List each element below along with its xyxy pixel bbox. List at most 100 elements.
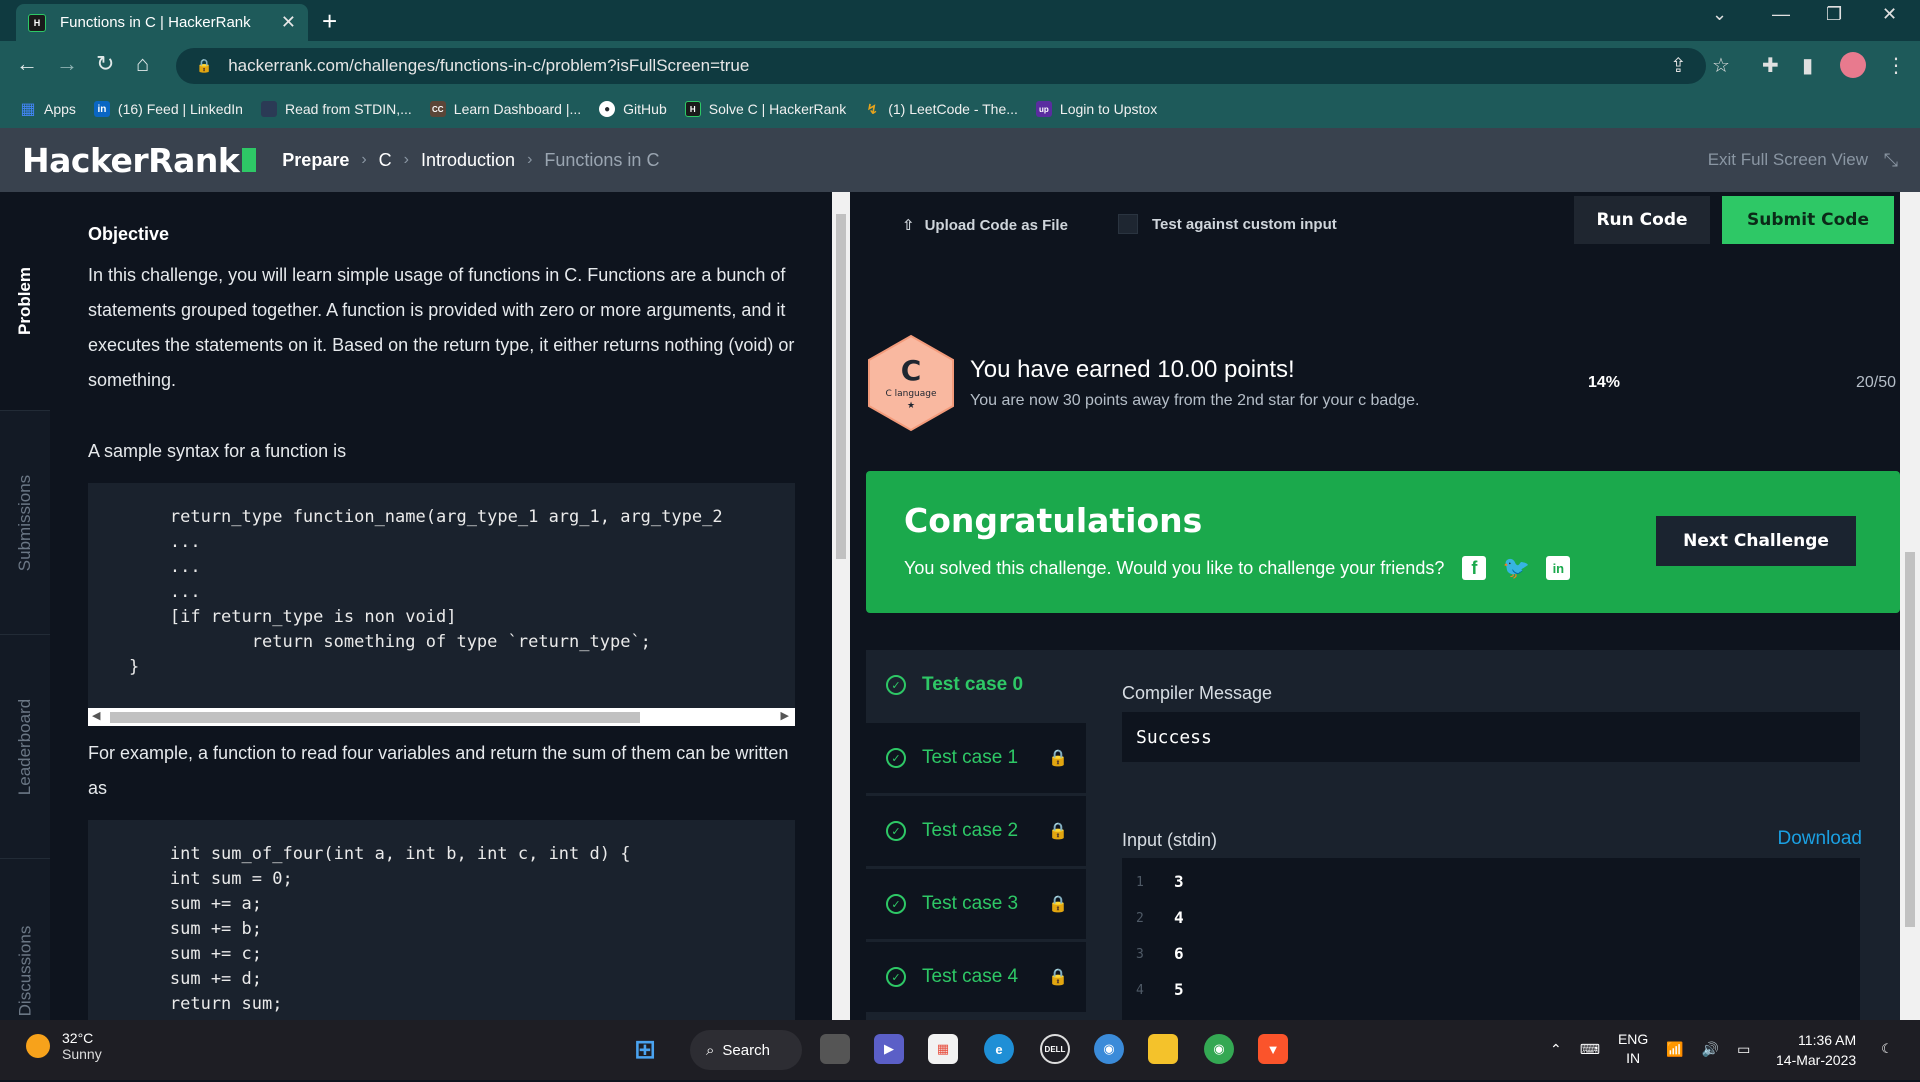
collapse-icon[interactable]: ⤡ [1884,150,1898,171]
download-link[interactable]: Download [1778,828,1863,850]
svg-text:C: C [901,354,922,387]
store-icon[interactable]: ▦ [928,1034,958,1064]
volume-icon[interactable]: 🔊 [1702,1041,1719,1058]
submit-code-button[interactable]: Submit Code [1722,196,1894,244]
clock[interactable]: 11:36 AM 14-Mar-2023 [1776,1030,1856,1070]
congratulations-banner: Congratulations You solved this challeng… [866,471,1900,613]
home-icon[interactable]: ⌂ [136,51,149,77]
input-line: 6 [1174,944,1184,963]
breadcrumb-c[interactable]: C [379,150,392,171]
twitter-icon[interactable]: 🐦 [1503,555,1530,580]
wifi-icon[interactable]: 📶 [1666,1041,1683,1058]
chrome-icon[interactable]: ◉ [1204,1034,1234,1064]
intro-paragraph: In this challenge, you will learn simple… [88,265,795,390]
new-tab-button[interactable]: + [322,6,337,37]
test-case-3[interactable]: ✓ Test case 3 🔒 [866,869,1086,939]
maximize-icon[interactable]: ❐ [1826,4,1842,25]
upload-code-button[interactable]: ⇧ Upload Code as File [902,216,1068,235]
dell-icon[interactable]: DELL [1040,1034,1070,1064]
breadcrumb-current: Functions in C [544,149,660,170]
upload-icon: ⇧ [902,217,915,234]
lock-icon: 🔒 [1048,750,1068,767]
check-circle-icon: ✓ [886,675,906,695]
bookmark-item[interactable]: ↯ (1) LeetCode - The... [864,101,1018,118]
upstox-icon: up [1035,101,1052,117]
chrome-profile-icon[interactable]: ◉ [1094,1034,1124,1064]
bookmarks-bar: ▦ Apps in (16) Feed | LinkedIn Read from… [0,90,1920,128]
tab-leaderboard[interactable]: Leaderboard [0,634,50,858]
bookmark-item[interactable]: ▦ Apps [20,101,75,118]
problem-scrollbar[interactable] [832,192,850,1020]
chevron-right-icon: › [361,151,367,168]
next-challenge-button[interactable]: Next Challenge [1656,516,1856,566]
exit-fullscreen-link[interactable]: Exit Full Screen View [1708,150,1868,170]
breadcrumb-introduction[interactable]: Introduction [421,150,515,171]
back-arrow-icon[interactable]: ← [16,51,38,77]
bookmark-item[interactable]: H Solve C | HackerRank [684,101,846,117]
bookmark-item[interactable]: in (16) Feed | LinkedIn [93,101,243,117]
search-icon: ⌕ [706,1041,715,1059]
file-explorer-icon[interactable] [1148,1034,1178,1064]
bookmark-item[interactable]: Read from STDIN,... [260,101,412,117]
code-horizontal-scrollbar[interactable]: ◀ ▶ [88,708,795,726]
linkedin-icon[interactable]: in [1546,556,1571,580]
test-case-4[interactable]: ✓ Test case 4 🔒 [866,942,1086,1012]
task-view-icon[interactable] [820,1034,850,1064]
example-intro: For example, a function to read four var… [88,743,789,798]
brave-icon[interactable]: ▼ [1258,1034,1288,1064]
forward-arrow-icon[interactable]: → [56,51,78,77]
language-indicator[interactable]: ENG IN [1618,1030,1648,1068]
teams-chat-icon[interactable]: ▶ [874,1034,904,1064]
edge-icon[interactable]: e [984,1034,1014,1064]
input-line: 3 [1174,872,1184,891]
progress-percent: 14% [1588,374,1621,391]
chevron-right-icon: › [527,151,533,168]
battery-icon[interactable]: ▭ [1737,1041,1750,1058]
run-code-button[interactable]: Run Code [1574,196,1710,244]
test-case-1[interactable]: ✓ Test case 1 🔒 [866,723,1086,793]
minimize-icon[interactable]: — [1772,4,1790,25]
weather-widget[interactable]: 32°C Sunny [26,1030,102,1062]
address-bar[interactable]: 🔒 hackerrank.com/challenges/functions-in… [176,48,1706,84]
bookmark-item[interactable]: up Login to Upstox [1035,101,1157,117]
compiler-message-value: Success [1122,712,1860,762]
checkbox-icon[interactable] [1118,214,1138,234]
bookmark-star-icon[interactable]: ☆ [1712,53,1730,78]
tab-problem[interactable]: Problem [0,192,50,410]
side-panel-icon[interactable]: ▮ [1802,53,1813,78]
tab-search-chevron-icon[interactable]: ⌄ [1712,4,1727,25]
results-scrollbar[interactable] [1900,192,1920,1020]
windows-start-icon[interactable]: ⊞ [630,1034,660,1064]
hackerrank-icon: H [684,101,701,117]
close-window-icon[interactable]: ✕ [1882,4,1897,25]
objective-heading: Objective [88,224,170,244]
system-tray: ⌃ ⌨ ENG IN 📶 🔊 ▭ [1550,1030,1750,1068]
points-counter: 20/50 [1856,374,1897,391]
page-icon [260,101,277,117]
syntax-intro: A sample syntax for a function is [88,441,347,461]
facebook-icon[interactable]: f [1462,556,1487,580]
breadcrumb-prepare[interactable]: Prepare [282,150,349,171]
extensions-puzzle-icon[interactable]: ✚ [1762,53,1779,78]
reload-icon[interactable]: ↻ [96,51,114,77]
share-icon[interactable]: ⇪ [1670,53,1687,78]
points-away-text: You are now 30 points away from the 2nd … [970,392,1420,409]
test-case-2[interactable]: ✓ Test case 2 🔒 [866,796,1086,866]
custom-input-checkbox[interactable]: Test against custom input [1118,214,1337,234]
keyboard-icon[interactable]: ⌨ [1580,1041,1600,1058]
github-icon: ● [599,101,616,117]
url-text: hackerrank.com/challenges/functions-in-c… [228,56,750,75]
notification-icon[interactable]: ☾ [1872,1034,1902,1064]
test-case-0[interactable]: ✓ Test case 0 [866,650,1086,720]
bookmark-item[interactable]: CC Learn Dashboard |... [429,101,581,117]
profile-avatar[interactable] [1840,52,1866,78]
bookmark-item[interactable]: ● GitHub [599,101,667,117]
tab-submissions[interactable]: Submissions [0,410,50,634]
taskbar-search[interactable]: ⌕ Search [690,1030,802,1070]
chevron-up-icon[interactable]: ⌃ [1550,1041,1562,1058]
browser-tab[interactable]: H Functions in C | HackerRank ✕ [16,4,308,41]
menu-dots-icon[interactable]: ⋮ [1886,53,1906,78]
hackerrank-logo[interactable]: HackerRank [22,141,257,180]
tab-close-icon[interactable]: ✕ [281,12,296,33]
problem-statement: Objective In this challenge, you will le… [50,192,832,1020]
